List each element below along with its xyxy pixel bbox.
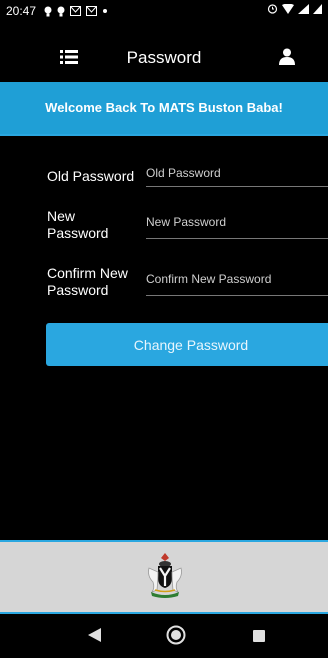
home-circle-icon[interactable]: [166, 625, 186, 650]
new-password-label: New Password: [47, 208, 109, 241]
app-header: Password: [0, 36, 328, 76]
new-password-input[interactable]: [146, 205, 328, 239]
wifi-icon: [282, 3, 294, 14]
mail-icon: [70, 6, 82, 16]
welcome-banner: Welcome Back To MATS Buston Baba!: [0, 82, 328, 136]
dot-icon: [103, 9, 108, 13]
status-bar: 20:47: [0, 0, 328, 22]
signal-icon: [298, 3, 309, 14]
mail-icon: [86, 6, 98, 16]
alarm-icon: [267, 4, 278, 14]
notification-bulb-icon: [57, 6, 65, 16]
footer-band: [0, 540, 328, 614]
notification-icons: [44, 6, 108, 17]
system-nav-bar: [0, 614, 328, 658]
old-password-input[interactable]: [146, 160, 328, 187]
user-profile-icon[interactable]: [279, 48, 295, 70]
status-time: 20:47: [6, 4, 37, 18]
notification-bulb-icon: [44, 6, 52, 16]
battery-icon: [313, 3, 322, 14]
confirm-password-label: Confirm New Password: [47, 265, 128, 298]
confirm-password-input[interactable]: [146, 262, 328, 296]
welcome-text: Welcome Back To MATS Buston Baba!: [45, 100, 283, 115]
old-password-label: Old Password: [47, 168, 135, 184]
coat-of-arms-emblem: [145, 552, 185, 603]
recents-square-icon[interactable]: [253, 630, 265, 642]
system-indicators: [267, 3, 322, 14]
back-triangle-icon[interactable]: [88, 628, 101, 647]
change-password-button[interactable]: Change Password: [46, 323, 328, 366]
